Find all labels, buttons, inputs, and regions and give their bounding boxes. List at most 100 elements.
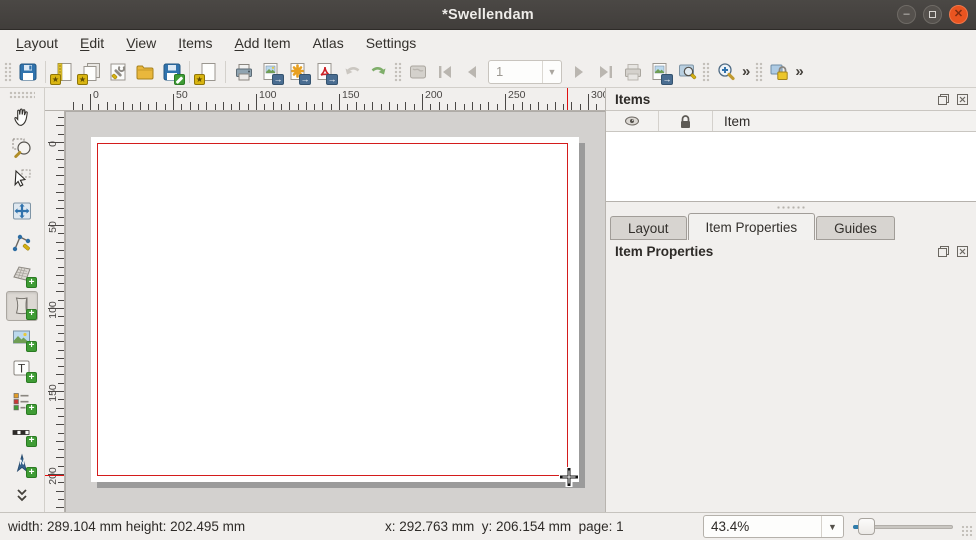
ruler-tick — [73, 102, 74, 110]
duplicate-layout-button[interactable]: ★ — [77, 58, 104, 85]
add-pages-button[interactable]: ★ — [194, 58, 221, 85]
next-feature-button[interactable] — [565, 58, 592, 85]
save-as-template-button[interactable] — [158, 58, 185, 85]
menu-settings[interactable]: Settings — [356, 32, 427, 54]
ruler-tick — [56, 358, 64, 359]
close-panel-button[interactable] — [955, 92, 970, 107]
add-north-arrow-tool[interactable]: N + — [6, 450, 38, 480]
atlas-feature-spinbox[interactable]: 1 ▼ — [488, 60, 562, 84]
toolbar-grip[interactable] — [394, 62, 402, 82]
tab-guides[interactable]: Guides — [816, 216, 895, 240]
ruler-tick — [405, 102, 406, 110]
ruler-tick — [58, 150, 64, 151]
zoom-level-value: 43.4% — [704, 519, 821, 534]
add-label-tool[interactable]: T + — [6, 355, 38, 385]
minimize-button[interactable]: – — [897, 5, 916, 24]
menu-layout[interactable]: Layout — [6, 32, 68, 54]
resize-grip[interactable] — [961, 525, 973, 537]
ruler-tick — [298, 104, 299, 110]
toolbar-overflow-button[interactable]: » — [792, 63, 806, 80]
lock-layers-button[interactable] — [765, 58, 792, 85]
maximize-button[interactable] — [923, 5, 942, 24]
ruler-label: 100 — [259, 89, 277, 101]
toolbar-grip[interactable] — [755, 62, 763, 82]
add-picture-tool[interactable]: + — [6, 323, 38, 353]
tab-item-properties[interactable]: Item Properties — [688, 213, 816, 240]
tab-layout[interactable]: Layout — [610, 216, 687, 240]
ruler-label: 0 — [47, 129, 59, 159]
preview-atlas-icon — [407, 61, 429, 83]
add-items-from-template-button[interactable] — [131, 58, 158, 85]
spinbox-dropdown-icon[interactable]: ▼ — [542, 61, 561, 83]
new-layout-button[interactable]: ★ — [50, 58, 77, 85]
undo-button[interactable] — [338, 58, 365, 85]
layout-manager-button[interactable] — [104, 58, 131, 85]
ruler-tick — [58, 316, 64, 317]
svg-text:N: N — [19, 460, 24, 467]
add-map-tool[interactable]: + — [6, 291, 38, 321]
zoom-dropdown-icon[interactable]: ▼ — [821, 516, 843, 537]
export-as-pdf-button[interactable]: → — [311, 58, 338, 85]
zoom-tool[interactable] — [6, 133, 38, 163]
ruler-tick — [173, 94, 174, 110]
menu-add-item[interactable]: Add Item — [225, 32, 301, 54]
layout-canvas[interactable] — [65, 111, 605, 512]
zoom-in-button[interactable] — [712, 58, 739, 85]
ruler-label: 300 — [591, 89, 605, 101]
ruler-tick — [56, 408, 64, 409]
first-feature-button[interactable] — [431, 58, 458, 85]
ruler-tick — [56, 242, 64, 243]
export-atlas-button[interactable]: → — [646, 58, 673, 85]
print-atlas-button[interactable] — [619, 58, 646, 85]
redo-button[interactable] — [365, 58, 392, 85]
ruler-tick — [58, 283, 64, 284]
print-atlas-icon — [622, 61, 644, 83]
print-layout-button[interactable] — [230, 58, 257, 85]
toolbar-grip[interactable] — [9, 91, 35, 99]
move-item-content-tool[interactable] — [6, 196, 38, 226]
last-feature-button[interactable] — [592, 58, 619, 85]
items-list[interactable] — [606, 132, 976, 202]
ruler-tick — [538, 102, 539, 110]
add-scale-bar-tool[interactable]: + — [6, 418, 38, 448]
atlas-settings-button[interactable] — [673, 58, 700, 85]
edit-nodes-item-tool[interactable] — [6, 228, 38, 258]
ruler-tick — [56, 208, 64, 209]
titlebar[interactable]: *Swellendam – ✕ — [0, 0, 976, 30]
export-as-image-button[interactable]: → — [257, 58, 284, 85]
main-toolbar: ★ ★ — [0, 56, 976, 88]
close-panel-button[interactable] — [955, 244, 970, 259]
float-icon — [937, 93, 950, 106]
ruler-tick — [165, 104, 166, 110]
select-move-item-tool[interactable] — [6, 164, 38, 194]
toolbar-grip[interactable] — [4, 62, 12, 82]
menu-items[interactable]: Items — [168, 32, 222, 54]
crosshair-cursor — [557, 465, 581, 492]
menu-view[interactable]: View — [116, 32, 166, 54]
save-project-button[interactable] — [14, 58, 41, 85]
visibility-column-header[interactable] — [606, 111, 659, 131]
toolbar-overflow-button[interactable]: » — [739, 63, 753, 80]
close-button[interactable]: ✕ — [949, 5, 968, 24]
zoom-slider-handle[interactable] — [858, 518, 875, 535]
previous-feature-button[interactable] — [458, 58, 485, 85]
zoom-slider[interactable] — [853, 525, 953, 529]
lock-column-header[interactable] — [659, 111, 713, 131]
toolbar-grip[interactable] — [702, 62, 710, 82]
preview-atlas-button[interactable] — [404, 58, 431, 85]
float-panel-button[interactable] — [936, 92, 951, 107]
export-as-svg-button[interactable]: → — [284, 58, 311, 85]
menu-edit[interactable]: Edit — [70, 32, 114, 54]
more-tools-button[interactable] — [6, 481, 38, 511]
float-panel-button[interactable] — [936, 244, 951, 259]
panel-splitter[interactable] — [606, 202, 976, 212]
ruler-tick — [56, 457, 64, 458]
item-column-header[interactable]: Item — [713, 114, 976, 129]
menu-atlas[interactable]: Atlas — [303, 32, 354, 54]
add-3d-map-tool[interactable]: + — [6, 259, 38, 289]
next-feature-icon — [568, 61, 590, 83]
zoom-level-combobox[interactable]: 43.4% ▼ — [703, 515, 844, 538]
add-legend-tool[interactable]: + — [6, 386, 38, 416]
ruler-tick — [339, 94, 340, 110]
pan-layout-tool[interactable] — [6, 101, 38, 131]
